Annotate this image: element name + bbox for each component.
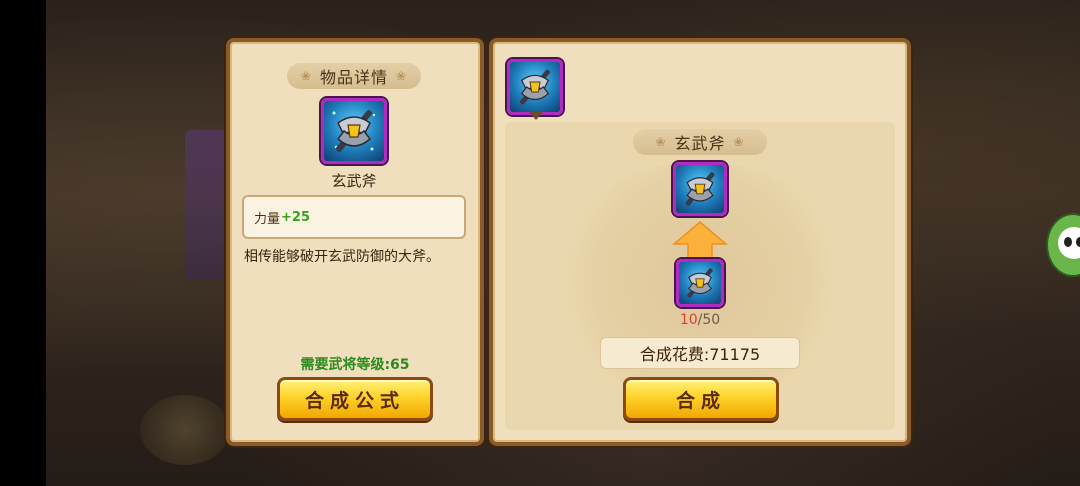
panda-eye (1076, 237, 1080, 247)
stat-value: +25 (281, 209, 310, 225)
item-detail-title: ❀ 物品详情 ❀ (287, 63, 421, 89)
panda-face (1058, 227, 1080, 259)
item-detail-title-text: 物品详情 (319, 68, 388, 87)
background-card (185, 130, 229, 280)
target-name-title: ❀ 玄武斧 ❀ (633, 129, 767, 155)
target-name-text: 玄武斧 (674, 134, 726, 153)
left-black-strip (0, 0, 46, 486)
curl-ornament-icon: ❀ (300, 69, 312, 83)
item-description: 相传能够破开玄武防御的大斧。 (244, 249, 440, 265)
target-axe-icon[interactable] (673, 162, 727, 216)
material-count-have: 10 (679, 312, 698, 328)
curl-ornament-icon: ❀ (733, 135, 745, 149)
formula-button[interactable]: 合成公式 (277, 377, 433, 421)
curl-ornament-icon: ❀ (655, 135, 667, 149)
selected-axe-icon[interactable] (507, 59, 563, 115)
selection-pointer-icon (529, 112, 543, 120)
panda-eye (1064, 237, 1072, 247)
material-count: 10/50 (650, 312, 750, 328)
item-name: 玄武斧 (331, 172, 377, 190)
compose-button[interactable]: 合成 (623, 377, 779, 421)
stat-label: 力量 (254, 211, 281, 227)
background-plate (140, 395, 230, 465)
level-requirement: 需要武将等级:65 (300, 357, 410, 373)
axe-icon[interactable] (321, 98, 387, 164)
material-count-need: /50 (697, 312, 721, 328)
compose-cost: 合成花费:71175 (600, 337, 800, 369)
stat-box: 力量 +25 (242, 195, 466, 239)
up-arrow-icon (672, 221, 728, 259)
curl-ornament-icon: ❀ (396, 69, 408, 83)
material-axe-icon[interactable] (676, 259, 724, 307)
